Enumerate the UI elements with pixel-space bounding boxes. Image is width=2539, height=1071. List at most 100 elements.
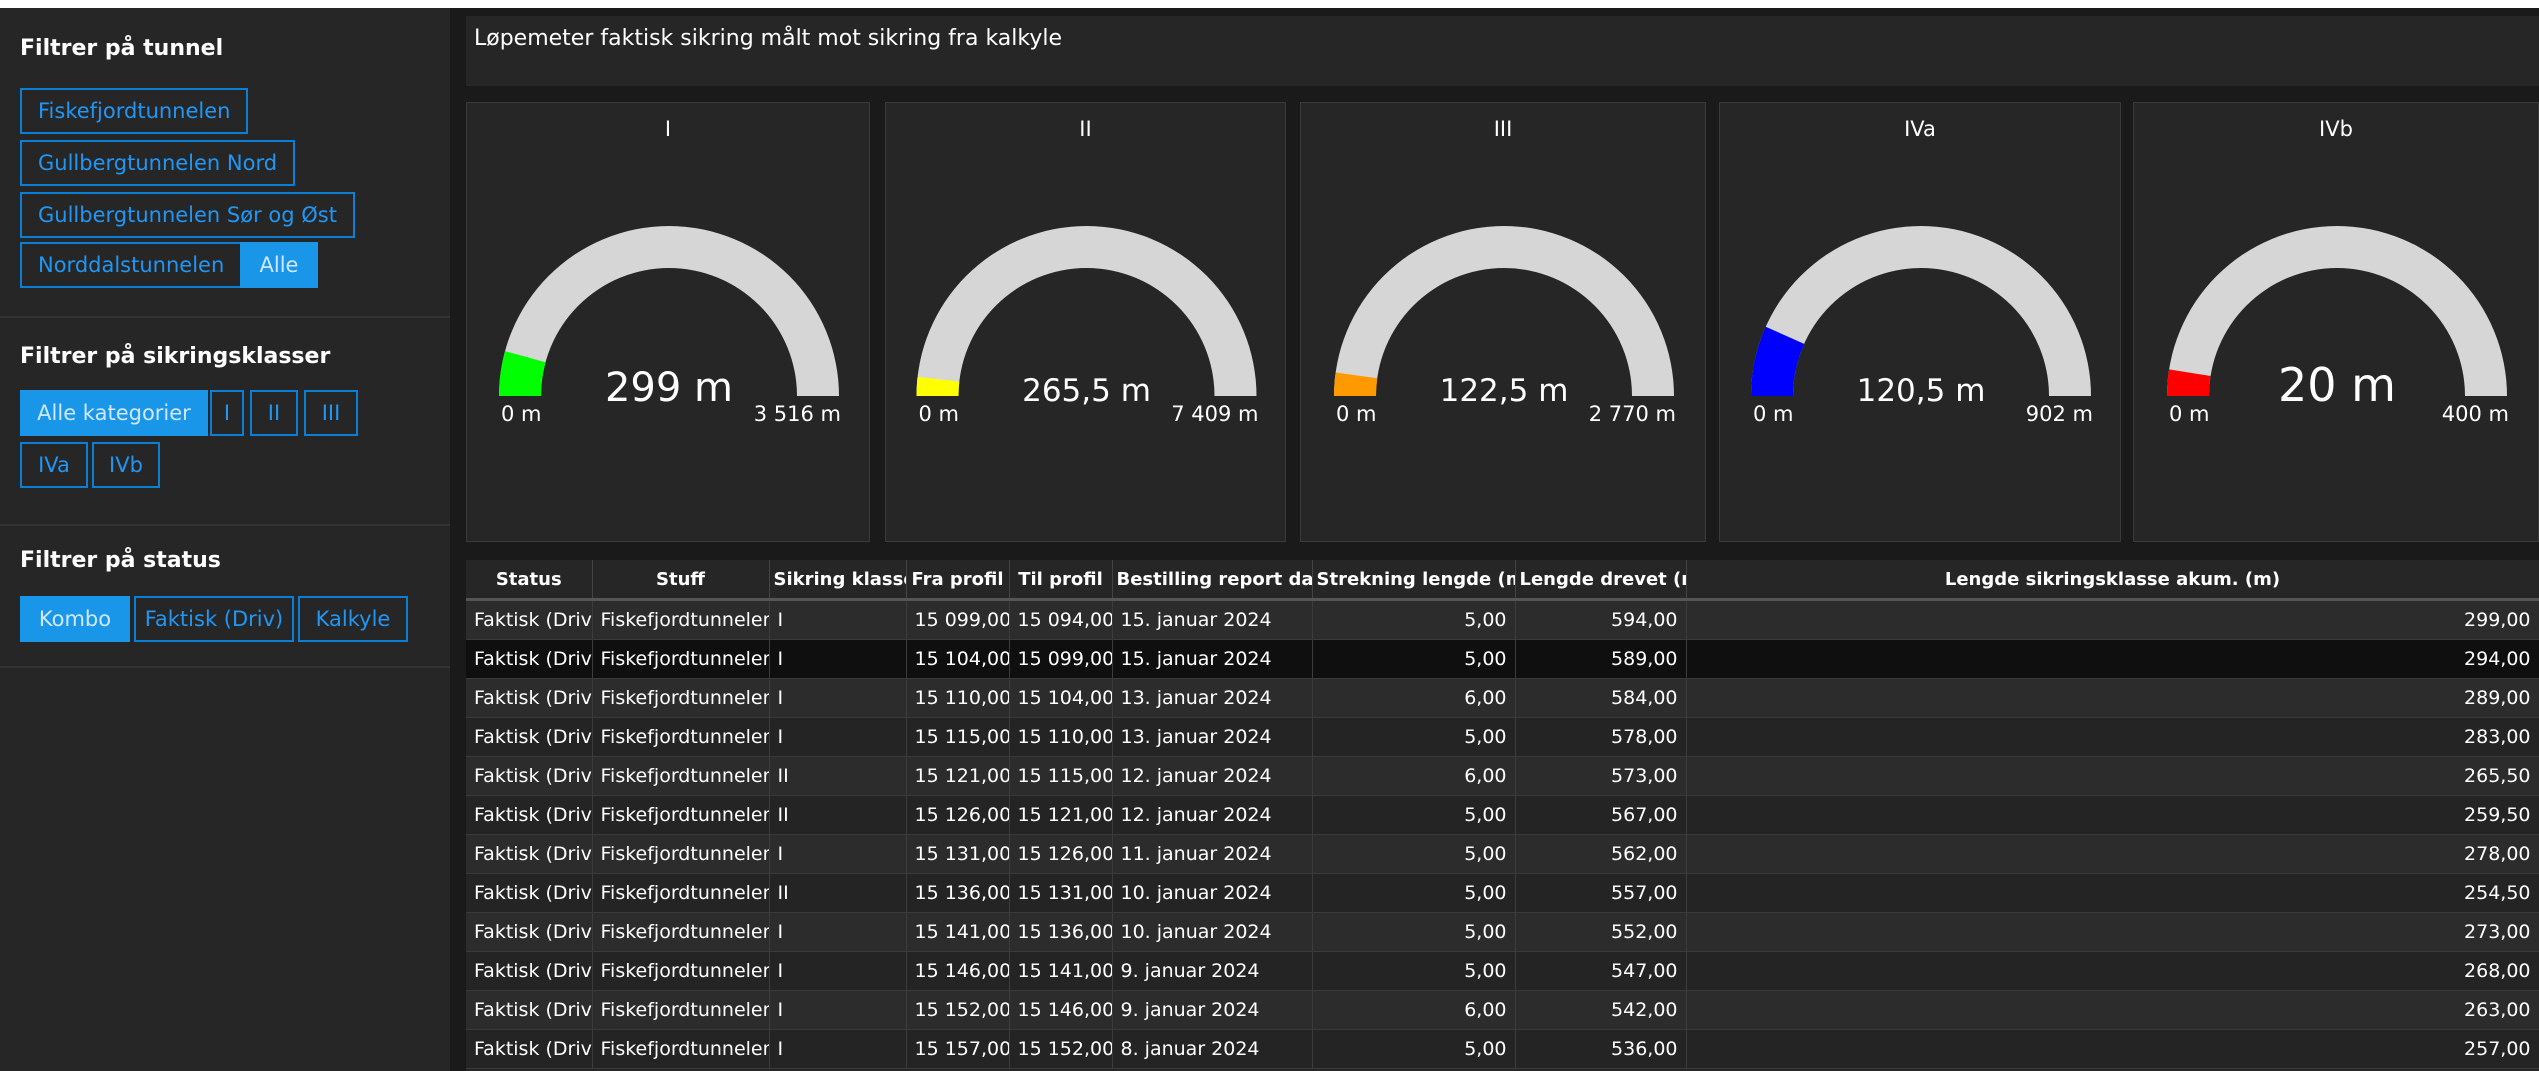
- column-header-bestilling-date[interactable]: Bestilling report date: [1112, 560, 1313, 601]
- gauge-card-iii[interactable]: III 122,5 m 0 m 2 770 m: [1300, 102, 1706, 542]
- tunnel-filter-title: Filtrer på tunnel: [20, 36, 224, 61]
- cell-stuff: Fiskefjordtunnelen: [592, 756, 770, 796]
- table-row[interactable]: Faktisk (Driv) Fiskefjordtunnelen I 15 141,…: [466, 912, 2539, 952]
- data-table-container[interactable]: Status Stuff Sikring klasse Fra profil T…: [466, 560, 2539, 1071]
- gauge-card-i[interactable]: I 299 m 0 m 3 516 m: [466, 102, 870, 542]
- table-row[interactable]: Faktisk (Driv) Fiskefjordtunnelen I 15 131,…: [466, 834, 2539, 874]
- cell-strekning-lengde: 6,00: [1312, 756, 1516, 796]
- filter-class-i-button[interactable]: I: [210, 390, 244, 436]
- filter-tunnel-gullberg-nord-button[interactable]: Gullbergtunnelen Nord: [20, 140, 296, 186]
- table-row[interactable]: Faktisk (Driv) Fiskefjordtunnelen I 15 152,…: [466, 990, 2539, 1030]
- cell-til-profil: 15 146,00: [1009, 990, 1113, 1030]
- cell-lengde-akum: 294,00: [1686, 639, 2539, 679]
- column-header-lengde-drevet[interactable]: Lengde drevet (m): [1515, 560, 1687, 601]
- gauge-card-iva[interactable]: IVa 120,5 m 0 m 902 m: [1719, 102, 2121, 542]
- page-title: Løpemeter faktisk sikring målt mot sikri…: [474, 26, 1063, 51]
- cell-lengde-drevet: 562,00: [1515, 834, 1687, 874]
- cell-sikring-klasse: I: [769, 639, 907, 679]
- cell-stuff: Fiskefjordtunnelen: [592, 951, 770, 991]
- cell-bestilling-date: 9. januar 2024: [1112, 951, 1313, 991]
- filter-class-iva-button[interactable]: IVa: [20, 442, 88, 488]
- filter-status-kalkyle-button[interactable]: Kalkyle: [298, 596, 408, 642]
- cell-lengde-drevet: 552,00: [1515, 912, 1687, 952]
- cell-sikring-klasse: I: [769, 912, 907, 952]
- cell-strekning-lengde: 5,00: [1312, 599, 1516, 640]
- column-header-stuff[interactable]: Stuff: [592, 560, 770, 601]
- cell-sikring-klasse: I: [769, 990, 907, 1030]
- cell-strekning-lengde: 6,00: [1312, 990, 1516, 1030]
- filter-status-faktisk-button[interactable]: Faktisk (Driv): [134, 596, 294, 642]
- table-row[interactable]: Faktisk (Driv) Fiskefjordtunnelen II 15 121…: [466, 756, 2539, 796]
- cell-fra-profil: 15 121,00: [906, 756, 1010, 796]
- filter-class-iii-button[interactable]: III: [304, 390, 358, 436]
- gauge-value: 120,5 m: [1857, 373, 1986, 409]
- gauge-card-ivb[interactable]: IVb 20 m 0 m 400 m: [2133, 102, 2539, 542]
- cell-status: Faktisk (Driv): [466, 990, 593, 1030]
- table-row[interactable]: Faktisk (Driv) Fiskefjordtunnelen II 15 126…: [466, 795, 2539, 835]
- cell-stuff: Fiskefjordtunnelen: [592, 599, 770, 640]
- cell-stuff: Fiskefjordtunnelen: [592, 912, 770, 952]
- cell-fra-profil: 15 104,00: [906, 639, 1010, 679]
- column-header-lengde-akum[interactable]: Lengde sikringsklasse akum. (m): [1686, 560, 2539, 601]
- filter-tunnel-gullberg-sor-ost-button[interactable]: Gullbergtunnelen Sør og Øst: [20, 192, 355, 238]
- cell-fra-profil: 15 115,00: [906, 717, 1010, 757]
- table-row[interactable]: Faktisk (Driv) Fiskefjordtunnelen I 15 110,…: [466, 678, 2539, 718]
- cell-bestilling-date: 11. januar 2024: [1112, 834, 1313, 874]
- cell-status: Faktisk (Driv): [466, 873, 593, 913]
- table-row[interactable]: Faktisk (Driv) Fiskefjordtunnelen I 15 115,…: [466, 717, 2539, 757]
- column-header-fra-profil[interactable]: Fra profil: [906, 560, 1010, 601]
- data-table: Status Stuff Sikring klasse Fra profil T…: [466, 560, 2539, 1069]
- filter-tunnel-norddal-button[interactable]: Norddalstunnelen: [20, 242, 243, 288]
- status-filter-section: Filtrer på status Kombo Faktisk (Driv) K…: [0, 526, 450, 668]
- cell-fra-profil: 15 099,00: [906, 599, 1010, 640]
- cell-lengde-drevet: 567,00: [1515, 795, 1687, 835]
- cell-status: Faktisk (Driv): [466, 599, 593, 640]
- cell-lengde-akum: 254,50: [1686, 873, 2539, 913]
- cell-lengde-akum: 273,00: [1686, 912, 2539, 952]
- cell-til-profil: 15 115,00: [1009, 756, 1113, 796]
- cell-status: Faktisk (Driv): [466, 678, 593, 718]
- column-header-strekning-lengde[interactable]: Strekning lengde (m): [1312, 560, 1516, 601]
- table-row[interactable]: Faktisk (Driv) Fiskefjordtunnelen I 15 104,…: [466, 639, 2539, 679]
- cell-stuff: Fiskefjordtunnelen: [592, 717, 770, 757]
- filter-sidebar: Filtrer på tunnel Fiskefjordtunnelen Gul…: [0, 8, 450, 1071]
- gauge-svg: 299 m 0 m 3 516 m: [499, 226, 841, 426]
- cell-til-profil: 15 131,00: [1009, 873, 1113, 913]
- cell-strekning-lengde: 5,00: [1312, 834, 1516, 874]
- filter-tunnel-fiskefjord-button[interactable]: Fiskefjordtunnelen: [20, 88, 249, 134]
- class-filter-section: Filtrer på sikringsklasser Alle kategori…: [0, 318, 450, 526]
- gauge-min-label: 0 m: [919, 402, 960, 426]
- cell-til-profil: 15 110,00: [1009, 717, 1113, 757]
- gauge-svg: 265,5 m 0 m 7 409 m: [916, 226, 1259, 426]
- cell-status: Faktisk (Driv): [466, 717, 593, 757]
- cell-bestilling-date: 13. januar 2024: [1112, 678, 1313, 718]
- gauge-card-ii[interactable]: II 265,5 m 0 m 7 409 m: [885, 102, 1286, 542]
- gauge-min-label: 0 m: [1753, 402, 1794, 426]
- table-row[interactable]: Faktisk (Driv) Fiskefjordtunnelen I 15 157,…: [466, 1029, 2539, 1069]
- column-header-status[interactable]: Status: [466, 560, 593, 601]
- cell-bestilling-date: 9. januar 2024: [1112, 990, 1313, 1030]
- cell-bestilling-date: 10. januar 2024: [1112, 873, 1313, 913]
- column-header-til-profil[interactable]: Til profil: [1009, 560, 1113, 601]
- filter-status-kombo-button[interactable]: Kombo: [20, 596, 130, 642]
- filter-class-alle-kategorier-button[interactable]: Alle kategorier: [20, 390, 208, 436]
- cell-til-profil: 15 099,00: [1009, 639, 1113, 679]
- cell-lengde-akum: 265,50: [1686, 756, 2539, 796]
- cell-bestilling-date: 10. januar 2024: [1112, 912, 1313, 952]
- cell-lengde-drevet: 542,00: [1515, 990, 1687, 1030]
- cell-sikring-klasse: I: [769, 1029, 907, 1069]
- filter-tunnel-alle-button[interactable]: Alle: [240, 242, 318, 288]
- table-row[interactable]: Faktisk (Driv) Fiskefjordtunnelen I 15 099,…: [466, 599, 2539, 640]
- cell-lengde-akum: 259,50: [1686, 795, 2539, 835]
- cell-til-profil: 15 104,00: [1009, 678, 1113, 718]
- cell-strekning-lengde: 5,00: [1312, 873, 1516, 913]
- cell-status: Faktisk (Driv): [466, 951, 593, 991]
- cell-til-profil: 15 136,00: [1009, 912, 1113, 952]
- chart-header: Løpemeter faktisk sikring målt mot sikri…: [466, 16, 2539, 86]
- column-header-sikring-klasse[interactable]: Sikring klasse: [769, 560, 907, 601]
- table-row[interactable]: Faktisk (Driv) Fiskefjordtunnelen I 15 146,…: [466, 951, 2539, 991]
- filter-class-ivb-button[interactable]: IVb: [92, 442, 160, 488]
- table-row[interactable]: Faktisk (Driv) Fiskefjordtunnelen II 15 136…: [466, 873, 2539, 913]
- cell-status: Faktisk (Driv): [466, 1029, 593, 1069]
- filter-class-ii-button[interactable]: II: [250, 390, 298, 436]
